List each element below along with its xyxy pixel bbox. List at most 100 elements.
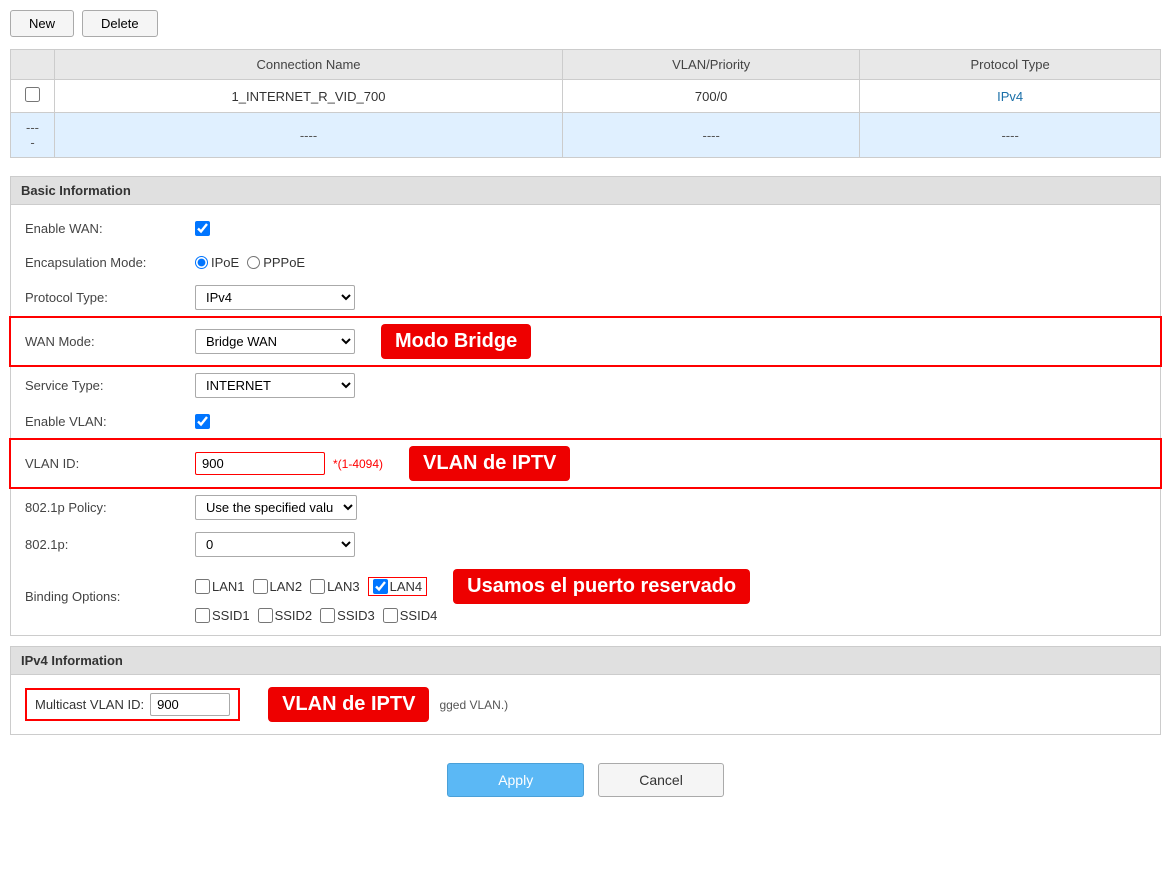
ipoe-radio[interactable] [195,256,208,269]
protocol-type-control: IPv4 IPv6 IPv4/IPv6 [195,285,1146,310]
enable-wan-control [195,221,1146,236]
lan2-label[interactable]: LAN2 [253,579,303,594]
service-type-select[interactable]: INTERNET OTHER [195,373,355,398]
enable-vlan-checkbox[interactable] [195,414,210,429]
vlan-id-row: VLAN ID: *(1-4094) VLAN de IPTV [9,438,1162,489]
encapsulation-label: Encapsulation Mode: [25,255,195,270]
lan1-checkbox[interactable] [195,579,210,594]
row-vlan: 700/0 [563,80,860,113]
multicast-badge: VLAN de IPTV [268,687,429,722]
vlan-id-label: VLAN ID: [25,456,195,471]
col-header-vlan: VLAN/Priority [563,50,860,80]
ssid1-label[interactable]: SSID1 [195,608,250,623]
dot1p-label: 802.1p: [25,537,195,552]
row-checkbox[interactable] [25,87,40,102]
ipoe-label[interactable]: IPoE [195,255,239,270]
encapsulation-control: IPoE PPPoE [195,255,1146,270]
col-header-check [11,50,55,80]
binding-row1: LAN1 LAN2 LAN3 LAN4 Usamos el puerto res… [195,569,750,604]
wan-mode-row: WAN Mode: Bridge WAN Route WAN Modo Brid… [9,316,1162,367]
pppoe-label[interactable]: PPPoE [247,255,305,270]
wan-mode-control: Bridge WAN Route WAN Modo Bridge [195,324,1146,359]
ssid3-checkbox[interactable] [320,608,335,623]
lan4-checkbox[interactable] [373,579,388,594]
col-header-protocol: Protocol Type [860,50,1161,80]
ssid3-label[interactable]: SSID3 [320,608,375,623]
basic-info-header: Basic Information [11,177,1160,205]
policy-row: 802.1p Policy: Use the specified valu Ot… [11,489,1160,526]
ipoe-text: IPoE [211,255,239,270]
basic-info-section: Basic Information Enable WAN: Encapsulat… [10,176,1161,636]
connection-table: Connection Name VLAN/Priority Protocol T… [10,49,1161,158]
basic-info-body: Enable WAN: Encapsulation Mode: IPoE PPP… [11,205,1160,635]
vlan-range-text: *(1-4094) [333,457,383,471]
enable-vlan-control [195,414,1146,429]
new-button[interactable]: New [10,10,74,37]
table-row-dashed[interactable]: ---- ---- ---- ---- [11,113,1161,158]
wan-mode-label: WAN Mode: [25,334,195,349]
policy-control: Use the specified valu Other [195,495,1146,520]
multicast-vlan-row: Multicast VLAN ID: VLAN de IPTV gged VLA… [11,681,1160,728]
row-dashed-protocol: ---- [860,113,1161,158]
row-dashed-name: ---- [55,113,563,158]
policy-label: 802.1p Policy: [25,500,195,515]
action-buttons: Apply Cancel [10,745,1161,807]
dot1p-select[interactable]: 0123 4567 [195,532,355,557]
enable-wan-row: Enable WAN: [11,211,1160,245]
protocol-type-select[interactable]: IPv4 IPv6 IPv4/IPv6 [195,285,355,310]
delete-button[interactable]: Delete [82,10,158,37]
ipv4-info-header: IPv4 Information [11,647,1160,675]
lan2-checkbox[interactable] [253,579,268,594]
binding-label: Binding Options: [25,589,195,604]
binding-badge: Usamos el puerto reservado [453,569,750,604]
service-type-label: Service Type: [25,378,195,393]
enable-wan-checkbox[interactable] [195,221,210,236]
vlan-id-input[interactable] [195,452,325,475]
protocol-type-row: Protocol Type: IPv4 IPv6 IPv4/IPv6 [11,279,1160,316]
col-header-name: Connection Name [55,50,563,80]
row-connection-name: 1_INTERNET_R_VID_700 [55,80,563,113]
ssid2-checkbox[interactable] [258,608,273,623]
vlan-id-badge: VLAN de IPTV [409,446,570,481]
ssid2-label[interactable]: SSID2 [258,608,313,623]
enable-vlan-row: Enable VLAN: [11,404,1160,438]
row-checkbox-cell[interactable] [11,80,55,113]
wan-mode-select[interactable]: Bridge WAN Route WAN [195,329,355,354]
cancel-button[interactable]: Cancel [598,763,724,797]
binding-row2: SSID1 SSID2 SSID3 SSID4 [195,608,750,623]
ipv4-info-body: Multicast VLAN ID: VLAN de IPTV gged VLA… [11,675,1160,734]
binding-control: LAN1 LAN2 LAN3 LAN4 Usamos el puerto res… [195,569,1146,623]
enable-vlan-label: Enable VLAN: [25,414,195,429]
enable-wan-label: Enable WAN: [25,221,195,236]
pppoe-text: PPPoE [263,255,305,270]
ssid4-checkbox[interactable] [383,608,398,623]
service-type-row: Service Type: INTERNET OTHER [11,367,1160,404]
multicast-label: Multicast VLAN ID: [35,697,144,712]
ssid4-label[interactable]: SSID4 [383,608,438,623]
binding-row: Binding Options: LAN1 LAN2 LAN3 LAN4 Usa… [11,563,1160,629]
wan-mode-badge: Modo Bridge [381,324,531,359]
multicast-suffix: gged VLAN.) [439,698,508,712]
row-dashed-vlan: ---- [563,113,860,158]
lan3-checkbox[interactable] [310,579,325,594]
dot1p-control: 0123 4567 [195,532,1146,557]
multicast-highlight-box: Multicast VLAN ID: [25,688,240,721]
row-protocol: IPv4 [860,80,1161,113]
lan4-label[interactable]: LAN4 [368,577,428,596]
protocol-type-label: Protocol Type: [25,290,195,305]
encapsulation-row: Encapsulation Mode: IPoE PPPoE [11,245,1160,279]
row-dashed-check: ---- [11,113,55,158]
pppoe-radio[interactable] [247,256,260,269]
multicast-control: Multicast VLAN ID: VLAN de IPTV gged VLA… [25,687,1146,722]
table-row[interactable]: 1_INTERNET_R_VID_700 700/0 IPv4 [11,80,1161,113]
policy-select[interactable]: Use the specified valu Other [195,495,357,520]
apply-button[interactable]: Apply [447,763,584,797]
toolbar: New Delete [10,10,1161,37]
ssid1-checkbox[interactable] [195,608,210,623]
lan3-label[interactable]: LAN3 [310,579,360,594]
vlan-id-control: *(1-4094) VLAN de IPTV [195,446,1146,481]
lan1-label[interactable]: LAN1 [195,579,245,594]
dot1p-row: 802.1p: 0123 4567 [11,526,1160,563]
ipv4-info-section: IPv4 Information Multicast VLAN ID: VLAN… [10,646,1161,735]
multicast-vlan-input[interactable] [150,693,230,716]
